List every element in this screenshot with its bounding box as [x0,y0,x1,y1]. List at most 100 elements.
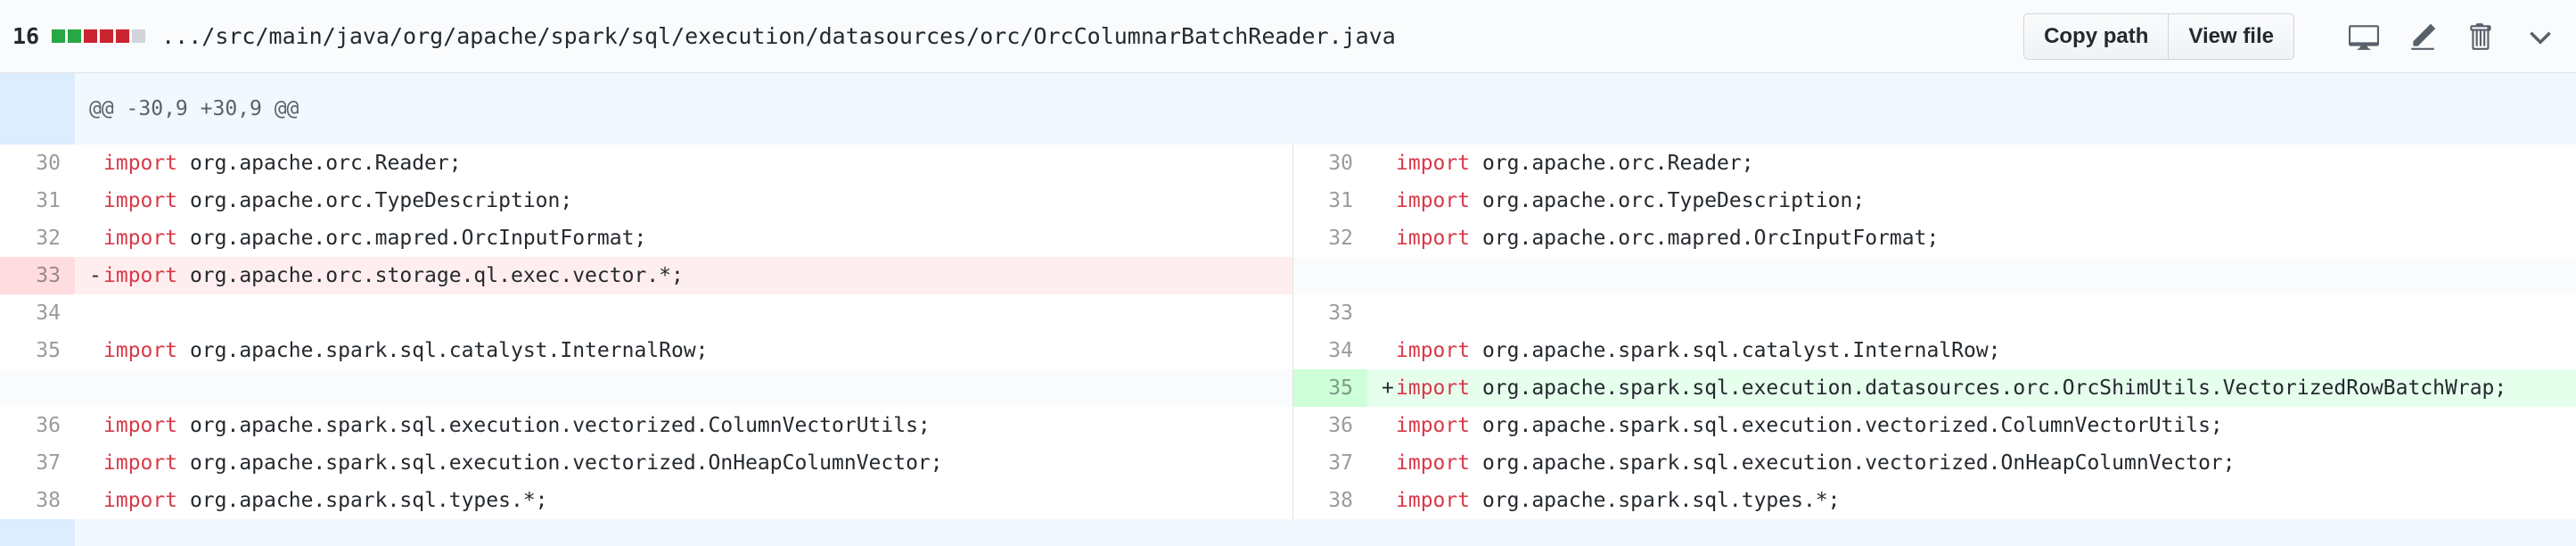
right-code: import org.apache.spark.sql.types.*; [1367,482,2576,519]
left-code: import org.apache.orc.Reader; [75,145,1293,182]
keyword: import [103,264,178,287]
desktop-icon[interactable] [2344,17,2383,56]
keyword: import [103,451,178,475]
diff-row: 30 import org.apache.orc.Reader; 30 impo… [0,145,2576,182]
left-line-number[interactable]: 34 [0,294,75,332]
right-code-empty [1367,257,2576,294]
keyword: import [103,189,178,212]
code-text: org.apache.spark.sql.execution.vectorize… [177,414,931,437]
diff-row: 34 33 [0,294,2576,332]
keyword: import [1396,189,1471,212]
diffstat-block [116,29,130,43]
view-file-button[interactable]: View file [2169,13,2294,60]
file-button-group: Copy path View file [2023,13,2294,60]
right-line-number[interactable]: 34 [1292,332,1367,369]
right-line-number[interactable]: 31 [1292,182,1367,219]
left-code: import org.apache.orc.mapred.OrcInputFor… [75,219,1293,257]
diff-row: 37 import org.apache.spark.sql.execution… [0,444,2576,482]
left-code: import org.apache.spark.sql.execution.ve… [75,407,1293,444]
left-line-number[interactable]: 36 [0,407,75,444]
diffstat-block [52,29,66,43]
code-text: org.apache.spark.sql.catalyst.InternalRo… [1470,339,2001,362]
keyword: import [1396,376,1471,400]
diff-row: 36 import org.apache.spark.sql.execution… [0,407,2576,444]
code-text: org.apache.spark.sql.execution.vectorize… [1470,414,2223,437]
pencil-icon[interactable] [2403,17,2442,56]
right-line-number[interactable]: 30 [1292,145,1367,182]
right-line-number[interactable]: 36 [1292,407,1367,444]
right-code: +import org.apache.spark.sql.execution.d… [1367,369,2576,407]
code-text: org.apache.orc.TypeDescription; [177,189,573,212]
keyword: import [1396,339,1471,362]
code-text: org.apache.spark.sql.execution.vectorize… [177,451,943,475]
left-line-number [0,369,75,407]
file-actions: Copy path View file [2023,0,2560,73]
left-line-number[interactable]: 31 [0,182,75,219]
diff-row: 35 import org.apache.spark.sql.catalyst.… [0,332,2576,369]
right-code [1367,294,2576,332]
diffstat-count: 16 [12,23,40,49]
right-line-number[interactable]: 35 [1292,369,1367,407]
left-code: import org.apache.orc.TypeDescription; [75,182,1293,219]
right-line-number[interactable]: 32 [1292,219,1367,257]
copy-path-button[interactable]: Copy path [2023,13,2170,60]
right-line-number[interactable]: 33 [1292,294,1367,332]
code-text: org.apache.spark.sql.types.*; [1470,489,1841,512]
left-code: -import org.apache.orc.storage.ql.exec.v… [75,257,1293,294]
diff-marker: + [1382,376,1394,400]
diffstat-block [132,29,146,43]
diff-row: 32 import org.apache.orc.mapred.OrcInput… [0,219,2576,257]
keyword: import [103,414,178,437]
right-code: import org.apache.orc.TypeDescription; [1367,182,2576,219]
expand-button[interactable] [0,73,75,145]
code-text: org.apache.spark.sql.types.*; [177,489,548,512]
keyword: import [103,339,178,362]
right-line-number[interactable]: 38 [1292,482,1367,519]
code-text: org.apache.orc.TypeDescription; [1470,189,1866,212]
next-hunk-header [75,519,2576,546]
chevron-down-icon[interactable] [2521,17,2560,56]
right-code: import org.apache.orc.mapred.OrcInputFor… [1367,219,2576,257]
code-text: org.apache.spark.sql.execution.datasourc… [1470,376,2507,400]
left-line-number[interactable]: 38 [0,482,75,519]
left-code [75,294,1293,332]
hunk-header-row: @@ -30,9 +30,9 @@ [0,73,2576,145]
diff-row-addition: 35 +import org.apache.spark.sql.executio… [0,369,2576,407]
left-line-number[interactable]: 33 [0,257,75,294]
right-code: import org.apache.spark.sql.catalyst.Int… [1367,332,2576,369]
keyword: import [103,152,178,175]
diff-row-deletion: 33 -import org.apache.orc.storage.ql.exe… [0,257,2576,294]
diffstat-blocks [52,29,146,43]
code-text: org.apache.orc.mapred.OrcInputFormat; [177,227,647,250]
code-text: org.apache.orc.storage.ql.exec.vector.*; [177,264,684,287]
trash-icon[interactable] [2462,17,2501,56]
left-code: import org.apache.spark.sql.execution.ve… [75,444,1293,482]
next-hunk-row [0,519,2576,546]
right-line-number[interactable]: 37 [1292,444,1367,482]
diffstat-block [84,29,98,43]
diff-marker: - [89,264,102,287]
keyword: import [1396,152,1471,175]
left-line-number[interactable]: 35 [0,332,75,369]
code-text: org.apache.orc.mapred.OrcInputFormat; [1470,227,1940,250]
file-path[interactable]: .../src/main/java/org/apache/spark/sql/e… [161,23,1396,49]
keyword: import [1396,489,1471,512]
left-code: import org.apache.spark.sql.catalyst.Int… [75,332,1293,369]
left-line-number[interactable]: 37 [0,444,75,482]
diff-table: @@ -30,9 +30,9 @@ 30 import org.apache.o… [0,73,2576,546]
right-code: import org.apache.orc.Reader; [1367,145,2576,182]
hunk-header: @@ -30,9 +30,9 @@ [75,73,2576,145]
keyword: import [1396,451,1471,475]
keyword: import [1396,414,1471,437]
code-text: org.apache.spark.sql.catalyst.InternalRo… [177,339,709,362]
left-code: import org.apache.spark.sql.types.*; [75,482,1293,519]
code-text: org.apache.orc.Reader; [177,152,462,175]
right-line-number [1292,257,1367,294]
right-code: import org.apache.spark.sql.execution.ve… [1367,407,2576,444]
expand-down-button[interactable] [0,519,75,546]
keyword: import [1396,227,1471,250]
diffstat-block [68,29,82,43]
left-line-number[interactable]: 30 [0,145,75,182]
keyword: import [103,227,178,250]
left-line-number[interactable]: 32 [0,219,75,257]
